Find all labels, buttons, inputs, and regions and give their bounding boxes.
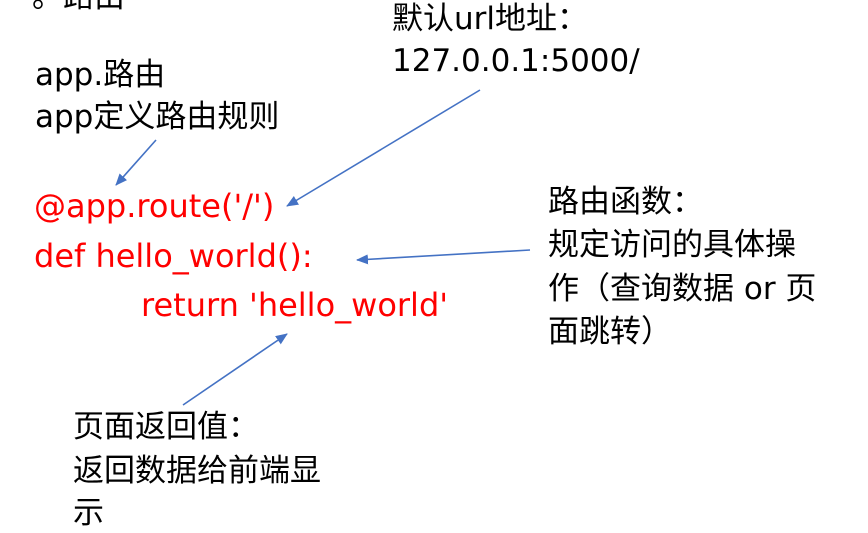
arrow-route-function-to-def [356, 249, 531, 265]
arrow-app-route-to-decorator [115, 139, 157, 186]
diagram-canvas: 。路由 默认url地址： 127.0.0.1:5000/ app.路由 app定… [0, 0, 868, 533]
arrow-url-to-route-path [286, 89, 481, 207]
arrow-return-value-to-return [182, 333, 288, 406]
arrows-layer [115, 89, 531, 406]
